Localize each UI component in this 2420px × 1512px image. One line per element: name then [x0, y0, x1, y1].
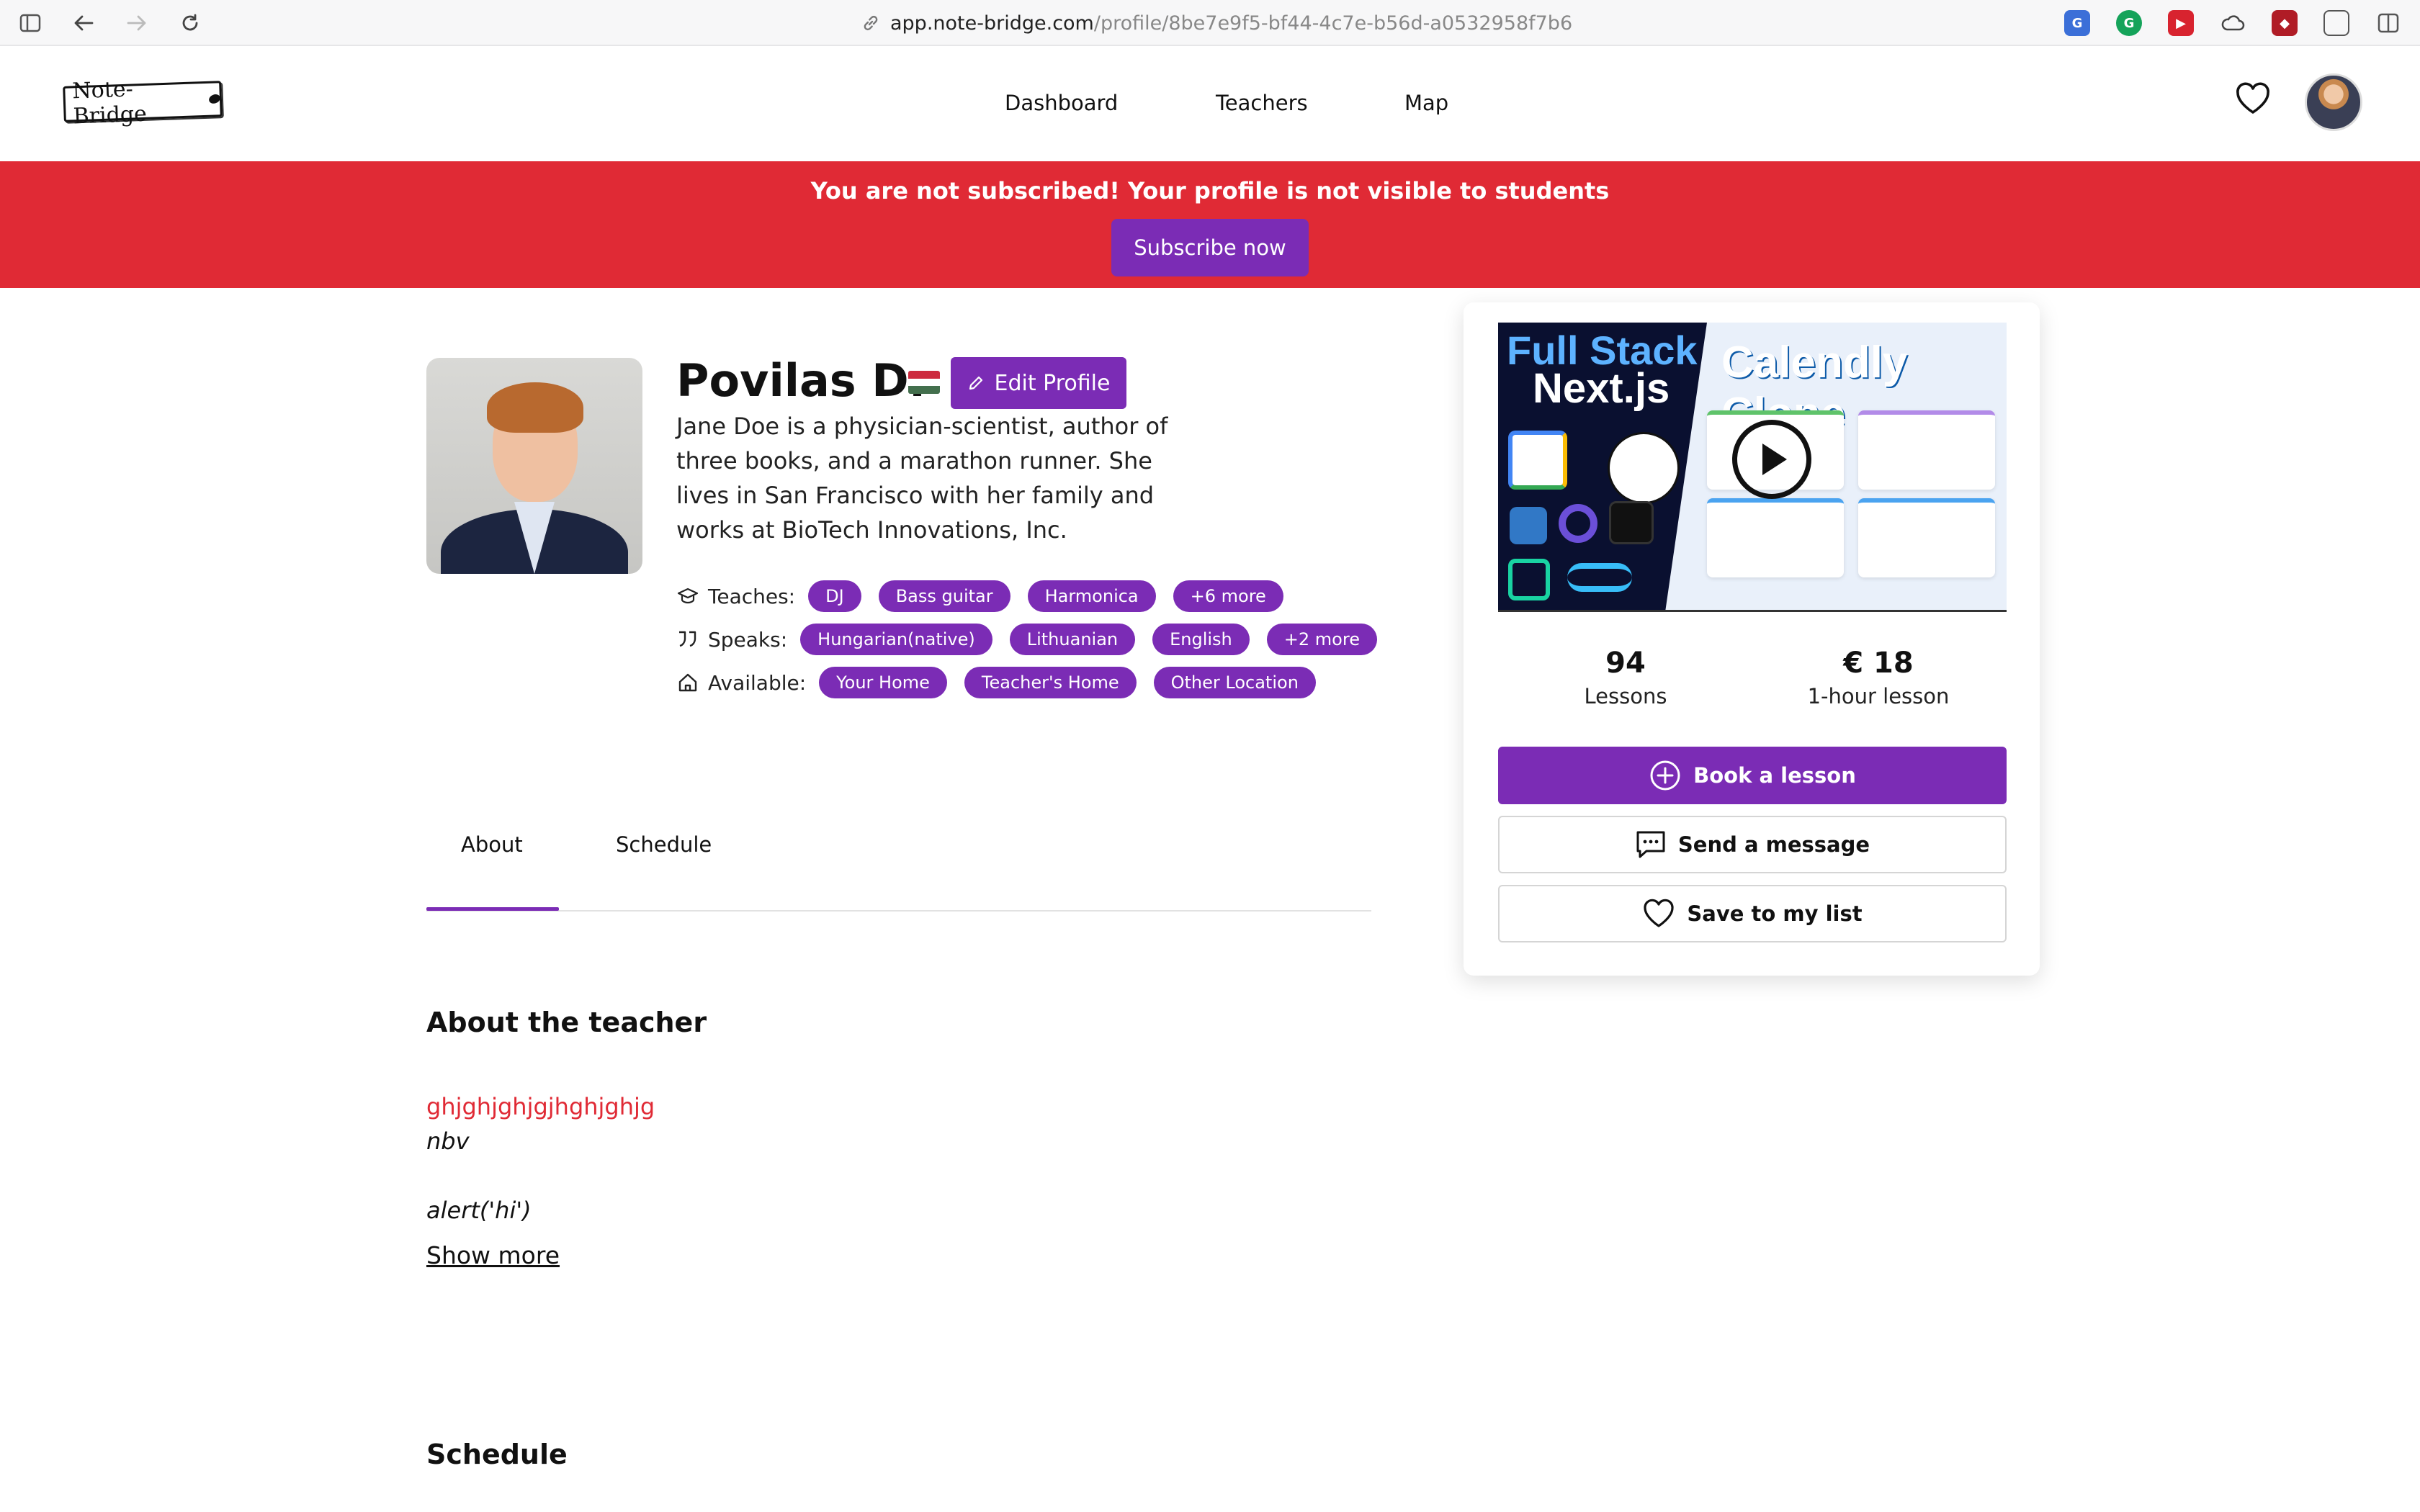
about-section-title: About the teacher [426, 1007, 707, 1038]
grammarly-extension-icon[interactable]: G [2116, 10, 2142, 36]
teaches-chip[interactable]: Harmonica [1027, 580, 1156, 612]
url-path: /profile/8be7e9f5-bf44-4c7e-b56d-a053295… [1093, 12, 1573, 35]
lessons-count: 94 [1605, 647, 1646, 680]
available-chip[interactable]: Teacher's Home [964, 667, 1137, 698]
subscribe-now-button[interactable]: Subscribe now [1111, 219, 1309, 276]
tab-schedule[interactable]: Schedule [616, 832, 712, 857]
split-view-icon[interactable] [2375, 10, 2401, 36]
teaches-more-chip[interactable]: +6 more [1173, 580, 1283, 612]
tabs-divider [426, 910, 1371, 912]
edit-profile-button[interactable]: Edit Profile [951, 357, 1126, 409]
wallet-extension-icon[interactable] [2323, 10, 2349, 36]
logo[interactable]: Note-Bridge [63, 76, 223, 129]
cloud-extension-icon[interactable] [2220, 10, 2246, 36]
favorites-heart-icon[interactable] [2235, 82, 2271, 118]
url-host: app.note-bridge.com [890, 12, 1094, 35]
link-icon [861, 14, 880, 32]
user-avatar[interactable] [2305, 73, 2362, 131]
available-row: Available: Your Home Teacher's Home Othe… [676, 667, 1325, 698]
speaks-chip[interactable]: Lithuanian [1009, 624, 1136, 655]
shield-extension-icon[interactable]: ◆ [2272, 10, 2298, 36]
teacher-name: Povilas D. [676, 354, 926, 407]
translate-extension-icon[interactable]: G [2064, 10, 2090, 36]
home-icon [676, 671, 699, 694]
available-label: Available: [708, 670, 807, 695]
chat-bubble-icon [1635, 829, 1667, 860]
address-bar[interactable]: app.note-bridge.com/profile/8be7e9f5-bf4… [861, 10, 1572, 36]
logo-text: Note-Bridge [71, 76, 148, 130]
quote-icon [676, 628, 699, 651]
schedule-section-title: Schedule [426, 1439, 568, 1470]
speaks-chip[interactable]: Hungarian(native) [800, 624, 992, 655]
speaks-chip[interactable]: English [1152, 624, 1250, 655]
save-to-list-label: Save to my list [1687, 901, 1863, 926]
book-lesson-label: Book a lesson [1693, 763, 1856, 788]
send-message-button[interactable]: Send a message [1498, 816, 2007, 873]
about-text-line: nbv [426, 1128, 470, 1155]
teaches-chip[interactable]: DJ [808, 580, 861, 612]
graduation-cap-icon [676, 585, 699, 608]
hungary-flag-icon [908, 371, 940, 394]
active-tab-indicator [426, 907, 559, 911]
available-chip[interactable]: Other Location [1153, 667, 1316, 698]
lesson-price-label: 1-hour lesson [1807, 684, 1950, 708]
send-message-label: Send a message [1677, 832, 1870, 857]
pencil-icon [967, 374, 985, 392]
teaches-chip[interactable]: Bass guitar [878, 580, 1010, 612]
nav-dashboard[interactable]: Dashboard [1005, 91, 1118, 115]
subscription-alert-banner: You are not subscribed! Your profile is … [0, 161, 2420, 288]
teaches-row: Teaches: DJ Bass guitar Harmonica +6 mor… [676, 580, 1292, 612]
reload-icon[interactable] [176, 9, 205, 37]
tab-about[interactable]: About [461, 832, 523, 857]
neon-logo-icon [1508, 559, 1550, 600]
site-header: Note-Bridge Dashboard Teachers Map [0, 48, 2420, 161]
speaks-row: Speaks: Hungarian(native) Lithuanian Eng… [676, 624, 1386, 655]
booking-card: Full Stack Next.js Calendly Clone 94 Les… [1464, 302, 2040, 976]
show-more-link[interactable]: Show more [426, 1241, 560, 1269]
logo-note-mark [207, 93, 221, 106]
play-video-icon[interactable] [1732, 420, 1811, 499]
teacher-bio: Jane Doe is a physician-scientist, autho… [676, 413, 1168, 544]
app-logo-icon [1609, 501, 1654, 544]
speaks-more-chip[interactable]: +2 more [1266, 624, 1377, 655]
typescript-icon [1510, 507, 1547, 544]
book-lesson-button[interactable]: Book a lesson [1498, 747, 2007, 804]
video-title-line: Next.js [1533, 365, 1670, 412]
about-text-line: alert('hi') [426, 1197, 532, 1224]
nav-map[interactable]: Map [1404, 91, 1448, 115]
tailwind-logo-icon [1567, 563, 1632, 592]
nextjs-logo-icon [1608, 432, 1680, 504]
edit-profile-label: Edit Profile [994, 370, 1111, 396]
video-extension-icon[interactable]: ▶ [2168, 10, 2194, 36]
about-text-line: ghjghjghjgjhghjghjg [426, 1093, 655, 1120]
subscription-alert-text: You are not subscribed! Your profile is … [810, 177, 1610, 204]
forward-arrow-icon[interactable] [122, 9, 151, 37]
speaks-label: Speaks: [708, 627, 788, 652]
clerk-logo-icon [1559, 504, 1597, 543]
save-to-list-button[interactable]: Save to my list [1498, 885, 2007, 942]
back-arrow-icon[interactable] [69, 9, 98, 37]
plus-circle-icon [1649, 759, 1682, 792]
browser-toolbar: app.note-bridge.com/profile/8be7e9f5-bf4… [0, 0, 2420, 46]
nav-teachers[interactable]: Teachers [1216, 91, 1308, 115]
available-chip[interactable]: Your Home [819, 667, 947, 698]
heart-icon [1642, 899, 1675, 929]
intro-video-thumbnail[interactable]: Full Stack Next.js Calendly Clone [1498, 323, 2007, 612]
lessons-label: Lessons [1584, 684, 1667, 708]
teaches-label: Teaches: [708, 584, 796, 608]
google-calendar-icon [1508, 431, 1567, 490]
lesson-price: € 18 [1843, 647, 1914, 680]
sidebar-toggle-icon[interactable] [16, 9, 45, 37]
teacher-photo [426, 358, 642, 574]
